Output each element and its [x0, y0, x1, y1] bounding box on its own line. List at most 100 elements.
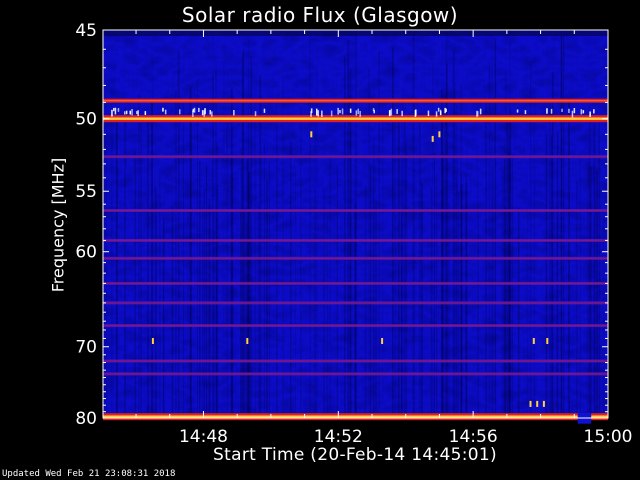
interference-speck — [111, 109, 113, 117]
interference-speck — [136, 111, 138, 115]
band-bright-core — [103, 100, 608, 102]
interference-speck — [137, 110, 139, 116]
time-striation — [242, 51, 244, 419]
radio-burst — [542, 400, 545, 407]
time-striation — [373, 139, 374, 418]
y-tick-label: 70 — [75, 338, 97, 358]
time-striation — [501, 140, 503, 418]
time-striation — [378, 51, 380, 418]
interference-speck — [390, 108, 393, 116]
y-tick-label: 50 — [75, 110, 97, 130]
interference-speck — [546, 108, 548, 114]
interference-speck — [125, 110, 128, 115]
time-striation — [344, 56, 346, 419]
time-striation — [105, 104, 107, 418]
time-striation — [354, 203, 357, 418]
y-tick-label: 45 — [75, 21, 97, 41]
interference-speck — [593, 109, 595, 114]
time-striation — [372, 193, 374, 418]
band-moderate-core — [103, 373, 608, 375]
interference-speck — [337, 107, 339, 115]
interference-speck — [437, 107, 440, 112]
y-tick-label: 80 — [75, 409, 97, 429]
interference-speck — [164, 109, 167, 115]
interference-speck — [573, 108, 576, 114]
time-striation — [587, 158, 589, 418]
time-striation — [448, 202, 450, 418]
time-striation — [230, 159, 231, 418]
time-striation — [212, 74, 214, 419]
time-striation — [266, 180, 268, 418]
time-striation — [111, 90, 113, 418]
interference-speck — [476, 110, 478, 117]
radio-burst — [431, 135, 434, 142]
interference-speck — [389, 110, 391, 116]
radio-burst — [532, 338, 535, 344]
interference-speck — [372, 108, 375, 112]
interference-speck — [582, 110, 585, 114]
time-striation — [406, 152, 408, 418]
time-striation — [396, 212, 397, 418]
time-striation — [216, 218, 217, 418]
interference-speck — [479, 108, 482, 115]
interference-speck — [357, 108, 359, 115]
interference-speck — [211, 111, 213, 117]
interference-speck — [254, 111, 257, 117]
time-striation — [370, 166, 372, 418]
interference-speck — [263, 108, 266, 113]
time-striation — [419, 113, 421, 418]
time-striation — [458, 191, 460, 418]
time-striation — [171, 206, 174, 418]
spectrogram-figure: Solar radio Flux (Glasgow) 45 50 55 60 70 80 1… — [0, 0, 640, 480]
time-striation — [491, 55, 493, 418]
interference-speck — [179, 109, 181, 115]
time-striation — [433, 152, 435, 418]
time-striation — [250, 56, 252, 418]
interference-speck — [439, 109, 442, 115]
interference-speck — [435, 111, 438, 117]
updated-timestamp: Updated Wed Feb 21 23:08:31 2018 — [2, 469, 176, 479]
time-striation — [269, 161, 270, 419]
plot-svg: 45 50 55 60 70 80 14:48 14:52 14:56 15:00 — [75, 21, 632, 447]
time-striation — [175, 91, 177, 419]
time-striation — [326, 216, 328, 418]
interference-speck — [355, 110, 358, 116]
time-striation — [576, 181, 578, 418]
interference-speck — [117, 108, 120, 112]
interference-speck — [524, 110, 527, 115]
radio-burst — [151, 338, 154, 344]
time-striation — [579, 153, 581, 418]
interference-speck — [204, 108, 206, 115]
time-striation — [400, 164, 402, 418]
y-tick-label: 60 — [75, 243, 97, 263]
radio-burst — [529, 400, 532, 407]
interference-speck — [339, 110, 341, 114]
interference-speck — [198, 107, 200, 112]
x-tick-label: 14:52 — [314, 427, 363, 447]
interference-speck — [445, 108, 447, 112]
time-striation — [413, 201, 415, 418]
band-moderate-core — [103, 156, 608, 158]
time-striation — [163, 222, 165, 418]
band-moderate-core — [103, 360, 608, 362]
time-striation — [444, 92, 446, 418]
interference-speck — [114, 107, 117, 115]
interference-speck — [561, 108, 563, 112]
time-striation — [199, 160, 201, 418]
interference-speck — [427, 110, 430, 116]
time-striation — [138, 93, 140, 419]
time-striation — [264, 143, 265, 418]
time-striation — [246, 159, 249, 418]
time-striation — [156, 193, 158, 418]
interference-speck — [568, 108, 570, 113]
time-striation — [596, 169, 598, 418]
interference-speck — [321, 110, 323, 117]
interference-speck — [193, 107, 196, 113]
x-tick-label: 14:48 — [179, 427, 228, 447]
radio-burst — [546, 338, 549, 344]
interference-speck — [580, 109, 583, 115]
radio-burst — [310, 131, 313, 138]
time-striation — [375, 201, 378, 418]
time-striation — [202, 204, 204, 418]
interference-speck — [201, 110, 204, 116]
